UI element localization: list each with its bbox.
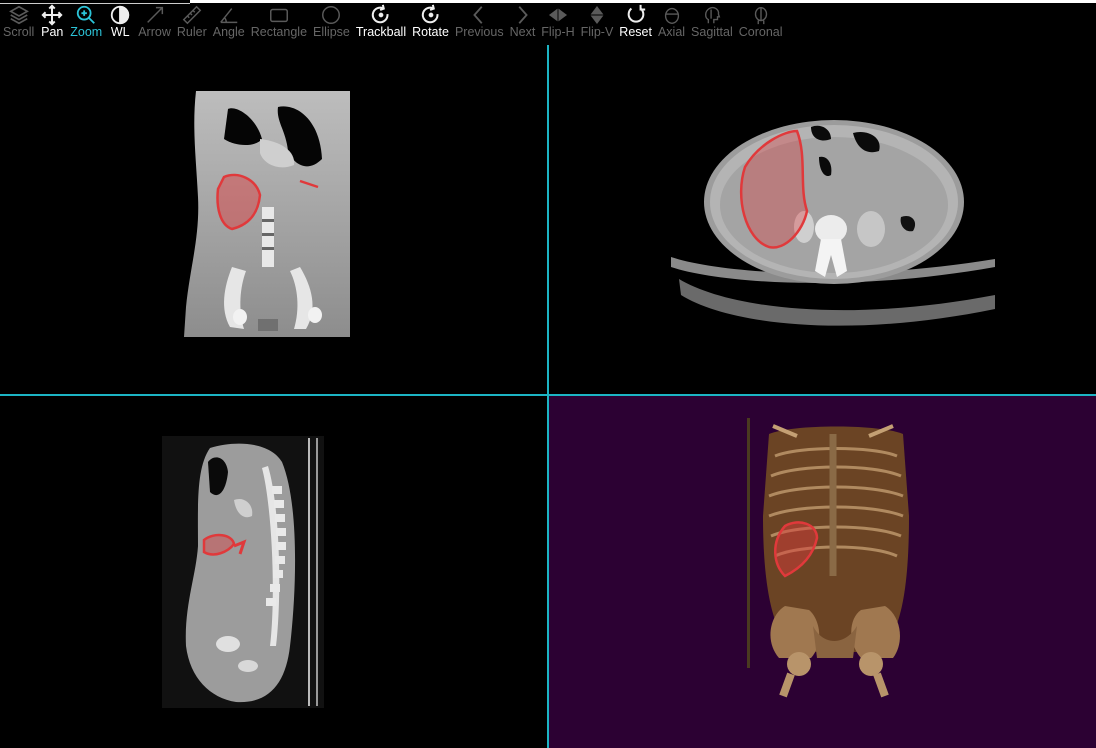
tool-ruler[interactable]: Ruler bbox=[175, 0, 209, 40]
rotate-icon bbox=[419, 4, 443, 26]
flip-vertical-icon bbox=[585, 4, 609, 26]
tool-reset[interactable]: Reset bbox=[617, 0, 654, 40]
tool-arrow-label: Arrow bbox=[138, 25, 171, 39]
layers-icon bbox=[7, 4, 31, 26]
toolbar: Scroll Pan Zoom WL Arrow Ruler Angle Rec… bbox=[0, 0, 1096, 44]
viewport-divider-vertical[interactable] bbox=[547, 45, 549, 748]
ruler-icon bbox=[180, 4, 204, 26]
tool-flip-v-label: Flip-V bbox=[580, 25, 614, 39]
tool-sagittal[interactable]: Sagittal bbox=[689, 0, 735, 40]
head-sagittal-icon bbox=[700, 4, 724, 26]
coronal-ct-image bbox=[184, 91, 350, 337]
toolbar-tab-strip bbox=[0, 0, 190, 4]
viewport-coronal[interactable] bbox=[0, 47, 547, 394]
tool-rectangle[interactable]: Rectangle bbox=[249, 0, 309, 40]
tool-ruler-label: Ruler bbox=[176, 25, 207, 39]
angle-icon bbox=[217, 4, 241, 26]
tool-previous-label: Previous bbox=[454, 25, 504, 39]
contrast-icon bbox=[108, 4, 132, 26]
tool-wl-label: WL bbox=[110, 25, 130, 39]
tool-flip-v[interactable]: Flip-V bbox=[579, 0, 616, 40]
rotate-trackball-icon bbox=[369, 4, 393, 26]
tool-angle-label: Angle bbox=[212, 25, 245, 39]
tool-scroll[interactable]: Scroll bbox=[1, 0, 36, 40]
viewport-axial[interactable] bbox=[549, 47, 1096, 394]
tool-sagittal-label: Sagittal bbox=[691, 25, 733, 39]
zoom-in-icon bbox=[74, 4, 98, 26]
tool-rotate[interactable]: Rotate bbox=[410, 0, 451, 40]
tool-pan-label: Pan bbox=[41, 25, 64, 39]
tool-trackball-label: Trackball bbox=[355, 25, 407, 39]
head-coronal-icon bbox=[749, 4, 773, 26]
tool-ellipse-label: Ellipse bbox=[313, 25, 350, 39]
viewport-3d[interactable] bbox=[549, 396, 1096, 748]
tool-rotate-label: Rotate bbox=[412, 25, 449, 39]
chevron-right-icon bbox=[510, 4, 534, 26]
tool-coronal-label: Coronal bbox=[738, 25, 783, 39]
tool-flip-h-label: Flip-H bbox=[541, 25, 575, 39]
rectangle-icon bbox=[267, 4, 291, 26]
axial-ct-image bbox=[671, 120, 995, 326]
tool-angle[interactable]: Angle bbox=[211, 0, 247, 40]
tool-pan[interactable]: Pan bbox=[38, 0, 66, 40]
tool-flip-h[interactable]: Flip-H bbox=[539, 0, 576, 40]
tool-rectangle-label: Rectangle bbox=[250, 25, 308, 39]
flip-horizontal-icon bbox=[546, 4, 570, 26]
tool-reset-label: Reset bbox=[619, 25, 652, 39]
chevron-left-icon bbox=[467, 4, 491, 26]
tool-axial-label: Axial bbox=[657, 25, 686, 39]
tool-next-label: Next bbox=[509, 25, 536, 39]
tool-wl[interactable]: WL bbox=[106, 0, 134, 40]
tool-previous[interactable]: Previous bbox=[453, 0, 506, 40]
arrow-icon bbox=[143, 4, 167, 26]
tool-axial[interactable]: Axial bbox=[656, 0, 687, 40]
viewport-sagittal[interactable] bbox=[0, 396, 547, 748]
ellipse-icon bbox=[319, 4, 343, 26]
tool-coronal[interactable]: Coronal bbox=[737, 0, 785, 40]
tool-trackball[interactable]: Trackball bbox=[354, 0, 408, 40]
volume-render-image bbox=[747, 418, 909, 698]
tool-zoom-label: Zoom bbox=[70, 25, 103, 39]
tool-next[interactable]: Next bbox=[508, 0, 538, 40]
tool-zoom[interactable]: Zoom bbox=[68, 0, 104, 40]
move-arrows-icon bbox=[40, 4, 64, 26]
reset-icon bbox=[624, 4, 648, 26]
head-axial-icon bbox=[660, 4, 684, 26]
tool-ellipse[interactable]: Ellipse bbox=[311, 0, 352, 40]
viewport-divider-horizontal[interactable] bbox=[0, 394, 1096, 396]
tool-scroll-label: Scroll bbox=[3, 25, 35, 39]
sagittal-ct-image bbox=[162, 436, 324, 708]
tool-arrow[interactable]: Arrow bbox=[136, 0, 173, 40]
